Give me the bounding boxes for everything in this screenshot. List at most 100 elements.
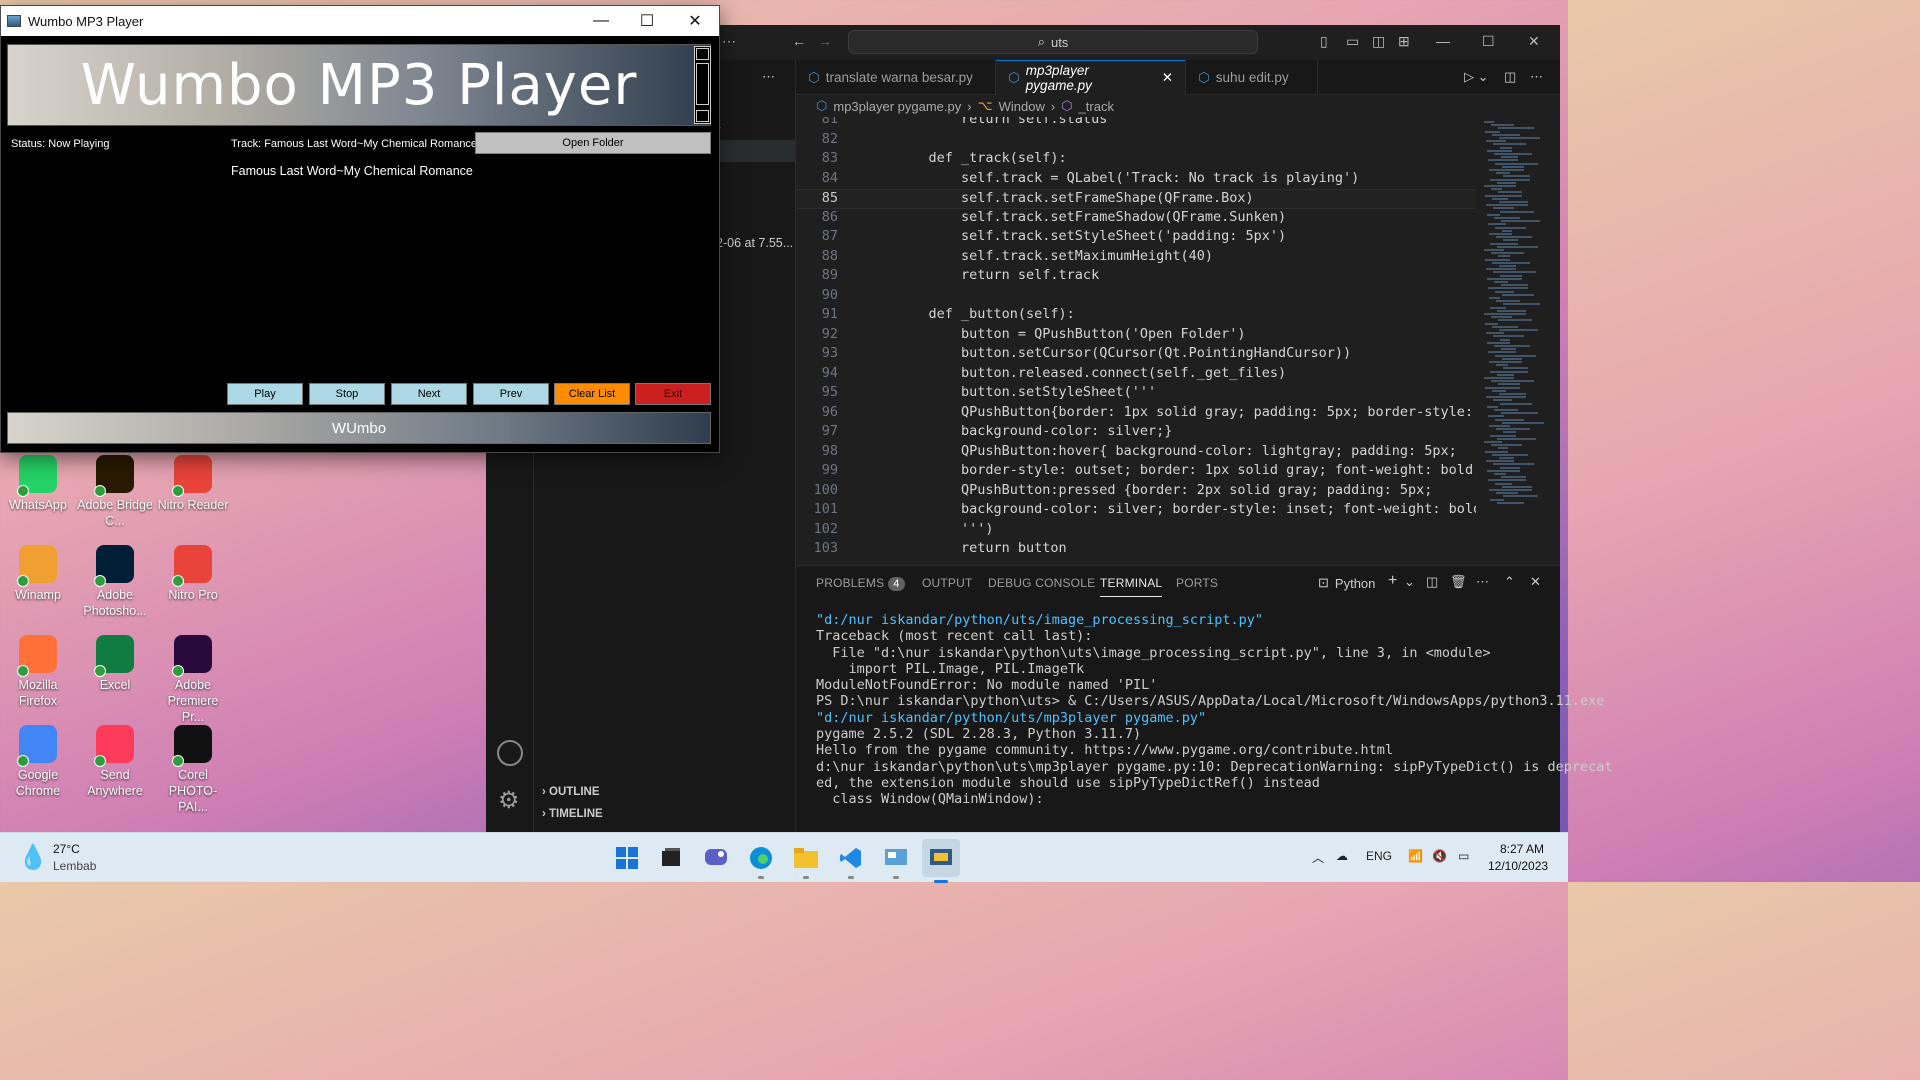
toggle-sidebar-icon[interactable]: ▯ — [1320, 33, 1328, 50]
minimize-icon[interactable]: — — [1436, 33, 1450, 49]
tab-terminal[interactable]: TERMINAL — [1100, 576, 1163, 597]
close-panel-icon[interactable]: ✕ — [1530, 574, 1541, 590]
sidebar-file-fragment[interactable]: 2-06 at 7.55... — [716, 236, 793, 250]
tab-close-icon[interactable]: ✕ — [1162, 70, 1173, 86]
terminal-profile[interactable]: ⊡ Python — [1318, 575, 1375, 591]
desktop-icon[interactable]: Adobe Bridge C... — [77, 455, 153, 529]
desktop-icon[interactable]: WhatsApp — [0, 455, 76, 513]
open-folder-button[interactable]: Open Folder — [475, 132, 711, 154]
code-line[interactable]: 81 return self.status — [796, 117, 1476, 131]
code-line[interactable]: 101 background-color: silver; border-sty… — [796, 501, 1476, 521]
breadcrumb-file[interactable]: mp3player pygame.py — [833, 99, 961, 114]
customize-layout-icon[interactable]: ⊞ — [1398, 33, 1410, 50]
code-line[interactable]: 82 — [796, 131, 1476, 151]
new-terminal-icon[interactable]: + — [1388, 572, 1397, 590]
close-icon[interactable]: ✕ — [1528, 33, 1540, 50]
code-line[interactable]: 88 self.track.setMaximumHeight(40) — [796, 248, 1476, 268]
command-center-search[interactable]: ⌕ uts — [848, 30, 1258, 54]
wumbo-titlebar[interactable]: Wumbo MP3 Player — ☐ ✕ — [1, 6, 719, 36]
editor-more-icon[interactable]: ⋯ — [1530, 69, 1543, 85]
prev-button[interactable]: Prev — [473, 383, 549, 405]
back-arrow-icon[interactable]: ← — [792, 33, 806, 49]
account-icon[interactable] — [497, 740, 523, 766]
trash-icon[interactable]: 🗑 — [1450, 574, 1467, 590]
tab-suhu[interactable]: ⬡ suhu edit.py — [1186, 60, 1318, 95]
terminal-output[interactable]: "d:/nur iskandar/python/uts/image_proces… — [816, 612, 1613, 808]
run-icon[interactable]: ▷ ⌄ — [1464, 69, 1489, 85]
forward-arrow-icon[interactable]: → — [818, 33, 832, 49]
breadcrumb-method[interactable]: _track — [1079, 99, 1114, 114]
show-hidden-icons-chevron[interactable]: ︿ — [1312, 849, 1324, 866]
desktop-icon[interactable]: Adobe Photosho... — [77, 545, 153, 619]
toggle-panel-icon[interactable]: ▭ — [1346, 33, 1359, 50]
code-line[interactable]: 95 button.setStyleSheet(''' — [796, 384, 1476, 404]
stop-button[interactable]: Stop — [309, 383, 385, 405]
tab-translate[interactable]: ⬡ translate warna besar.py — [796, 60, 996, 95]
desktop-icon[interactable]: Google Chrome — [0, 725, 76, 799]
minimize-button[interactable]: — — [577, 6, 625, 36]
weather-desc[interactable]: Lembab — [53, 859, 96, 873]
code-line[interactable]: 83 def _track(self): — [796, 150, 1476, 170]
maximize-button[interactable]: ☐ — [623, 6, 671, 36]
tab-mp3player[interactable]: ⬡ mp3player pygame.py ✕ — [996, 60, 1186, 95]
clock-date[interactable]: 12/10/2023 — [1488, 859, 1548, 873]
chevron-down-icon[interactable]: ⌄ — [1404, 574, 1415, 590]
wifi-icon[interactable]: 📶 — [1408, 849, 1423, 863]
more-icon[interactable]: ⋯ — [722, 33, 736, 50]
clock-time[interactable]: 8:27 AM — [1500, 842, 1544, 856]
settings-gear-icon[interactable]: ⚙ — [498, 786, 520, 815]
close-button[interactable]: ✕ — [671, 6, 719, 36]
exit-button[interactable]: Exit — [635, 383, 711, 405]
code-line[interactable]: 96 QPushButton{border: 1px solid gray; p… — [796, 404, 1476, 424]
code-line[interactable]: 99 border-style: outset; border: 1px sol… — [796, 462, 1476, 482]
outline-section[interactable]: › OUTLINE — [542, 786, 600, 798]
split-terminal-icon[interactable]: ◫ — [1426, 574, 1438, 590]
code-line[interactable]: 98 QPushButton:hover{ background-color: … — [796, 443, 1476, 463]
desktop-icon[interactable]: Corel PHOTO-PAI... — [155, 725, 231, 815]
code-line[interactable]: 86 self.track.setFrameShadow(QFrame.Sunk… — [796, 209, 1476, 229]
code-line[interactable]: 100 QPushButton:pressed {border: 2px sol… — [796, 482, 1476, 502]
file-explorer-icon[interactable] — [791, 843, 821, 879]
python-app-icon[interactable] — [922, 839, 960, 883]
code-line[interactable]: 102 ''') — [796, 521, 1476, 541]
breadcrumb-class[interactable]: Window — [999, 99, 1045, 114]
desktop-icon[interactable]: Nitro Pro — [155, 545, 231, 603]
panel-more-icon[interactable]: ⋯ — [1476, 574, 1489, 590]
minimap[interactable] — [1476, 117, 1554, 563]
onedrive-icon[interactable]: ☁ — [1336, 849, 1348, 863]
tab-ports[interactable]: PORTS — [1176, 576, 1218, 590]
edge-icon[interactable] — [746, 843, 776, 879]
tab-debug-console[interactable]: DEBUG CONSOLE — [988, 576, 1095, 590]
clear-list-button[interactable]: Clear List — [554, 383, 630, 405]
desktop-icon[interactable]: Winamp — [0, 545, 76, 603]
maximize-icon[interactable]: ☐ — [1482, 33, 1495, 50]
toggle-secondary-sidebar-icon[interactable]: ◫ — [1372, 33, 1385, 50]
scroll-down-arrow[interactable] — [696, 110, 709, 122]
weather-icon[interactable]: 💧 — [18, 843, 48, 872]
scroll-up-arrow[interactable] — [696, 48, 709, 60]
next-button[interactable]: Next — [391, 383, 467, 405]
language-indicator[interactable]: ENG — [1366, 849, 1392, 863]
code-line[interactable]: 103 return button — [796, 540, 1476, 560]
code-line[interactable]: 90 — [796, 287, 1476, 307]
code-line[interactable]: 84 self.track = QLabel('Track: No track … — [796, 170, 1476, 190]
teams-chat-icon[interactable] — [701, 843, 731, 873]
volume-muted-icon[interactable]: 🔇 — [1432, 849, 1447, 863]
playlist-item[interactable]: Famous Last Word~My Chemical Romance — [231, 164, 473, 178]
control-panel-icon[interactable] — [881, 843, 911, 879]
sidebar-more-icon[interactable]: ⋯ — [762, 69, 775, 85]
task-view-icon[interactable] — [656, 843, 686, 873]
start-icon[interactable] — [612, 843, 642, 873]
banner-scrollbar[interactable] — [694, 46, 711, 124]
battery-icon[interactable]: ▭ — [1458, 849, 1469, 863]
code-line[interactable]: 97 background-color: silver;} — [796, 423, 1476, 443]
maximize-panel-icon[interactable]: ⌃ — [1504, 574, 1515, 590]
desktop-icon[interactable]: Nitro Reader — [155, 455, 231, 513]
tab-output[interactable]: OUTPUT — [922, 576, 973, 590]
code-line[interactable]: 91 def _button(self): — [796, 306, 1476, 326]
desktop-icon[interactable]: Mozilla Firefox — [0, 635, 76, 709]
split-editor-icon[interactable]: ◫ — [1504, 69, 1516, 85]
desktop-icon[interactable]: Excel — [77, 635, 153, 693]
desktop-icon[interactable]: Send Anywhere — [77, 725, 153, 799]
vscode-icon[interactable] — [836, 843, 866, 879]
